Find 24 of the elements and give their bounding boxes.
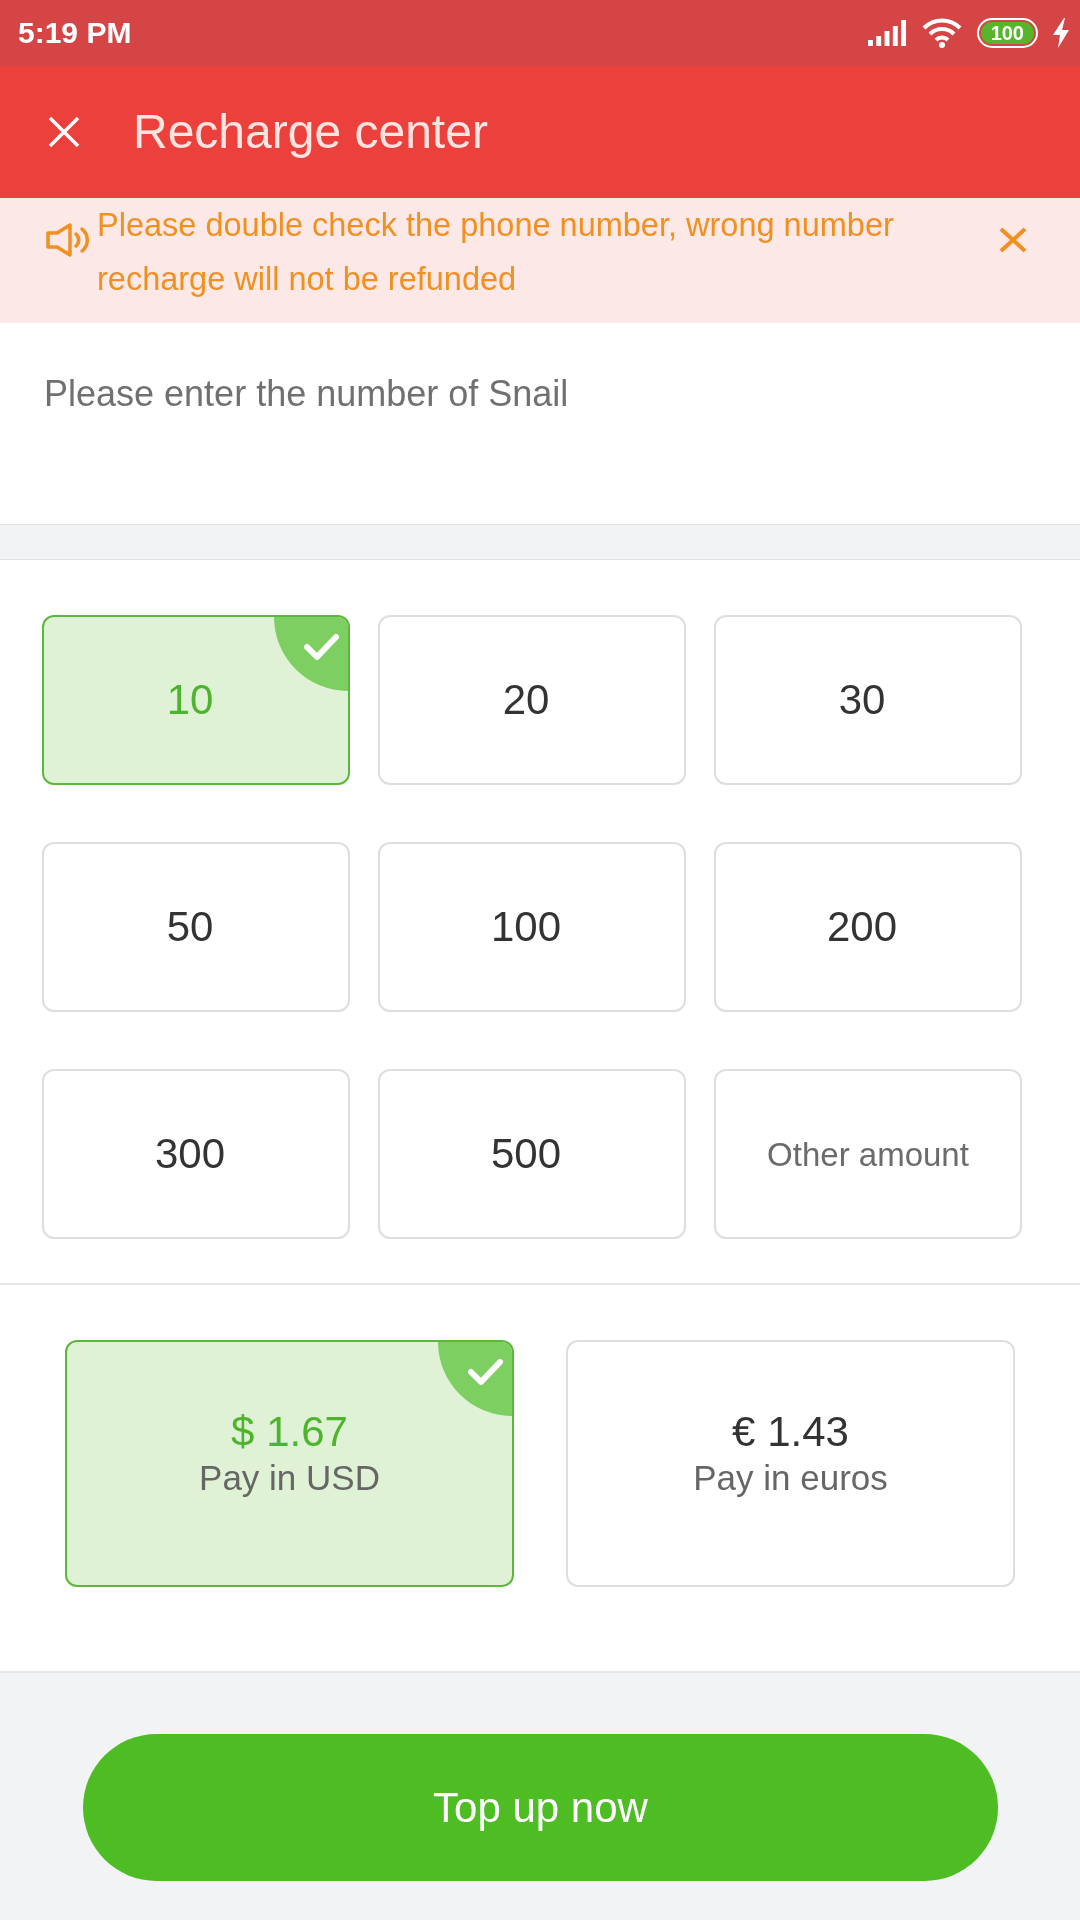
battery-indicator: 100: [976, 18, 1038, 48]
signal-icon: [867, 20, 907, 46]
speaker-icon: [45, 222, 92, 258]
payment-option[interactable]: € 1.43 Pay in euros: [566, 1340, 1015, 1587]
amount-option[interactable]: 500: [378, 1069, 686, 1239]
status-time: 5:19 PM: [18, 18, 132, 48]
wifi-icon: [920, 18, 963, 48]
amount-option[interactable]: 100: [378, 842, 686, 1012]
close-button[interactable]: [48, 116, 80, 148]
charging-icon: [1052, 18, 1070, 48]
amount-option[interactable]: 20: [378, 615, 686, 785]
check-badge-icon: [274, 617, 348, 691]
check-badge-icon: [438, 1342, 512, 1416]
payment-option[interactable]: $ 1.67 Pay in USD: [65, 1340, 514, 1587]
custom-amount-option[interactable]: Other amount: [714, 1069, 1022, 1239]
amount-option[interactable]: 200: [714, 842, 1022, 1012]
dismiss-button[interactable]: [999, 227, 1027, 253]
amount-option[interactable]: 30: [714, 615, 1022, 785]
close-icon: [999, 227, 1027, 253]
close-icon: [48, 116, 80, 148]
page-title: Recharge center: [133, 108, 488, 156]
amount-option[interactable]: 50: [42, 842, 350, 1012]
notice-text: Please double check the phone number, wrong number recharge will not be refunded: [97, 206, 895, 299]
amount-option[interactable]: 300: [42, 1069, 350, 1239]
